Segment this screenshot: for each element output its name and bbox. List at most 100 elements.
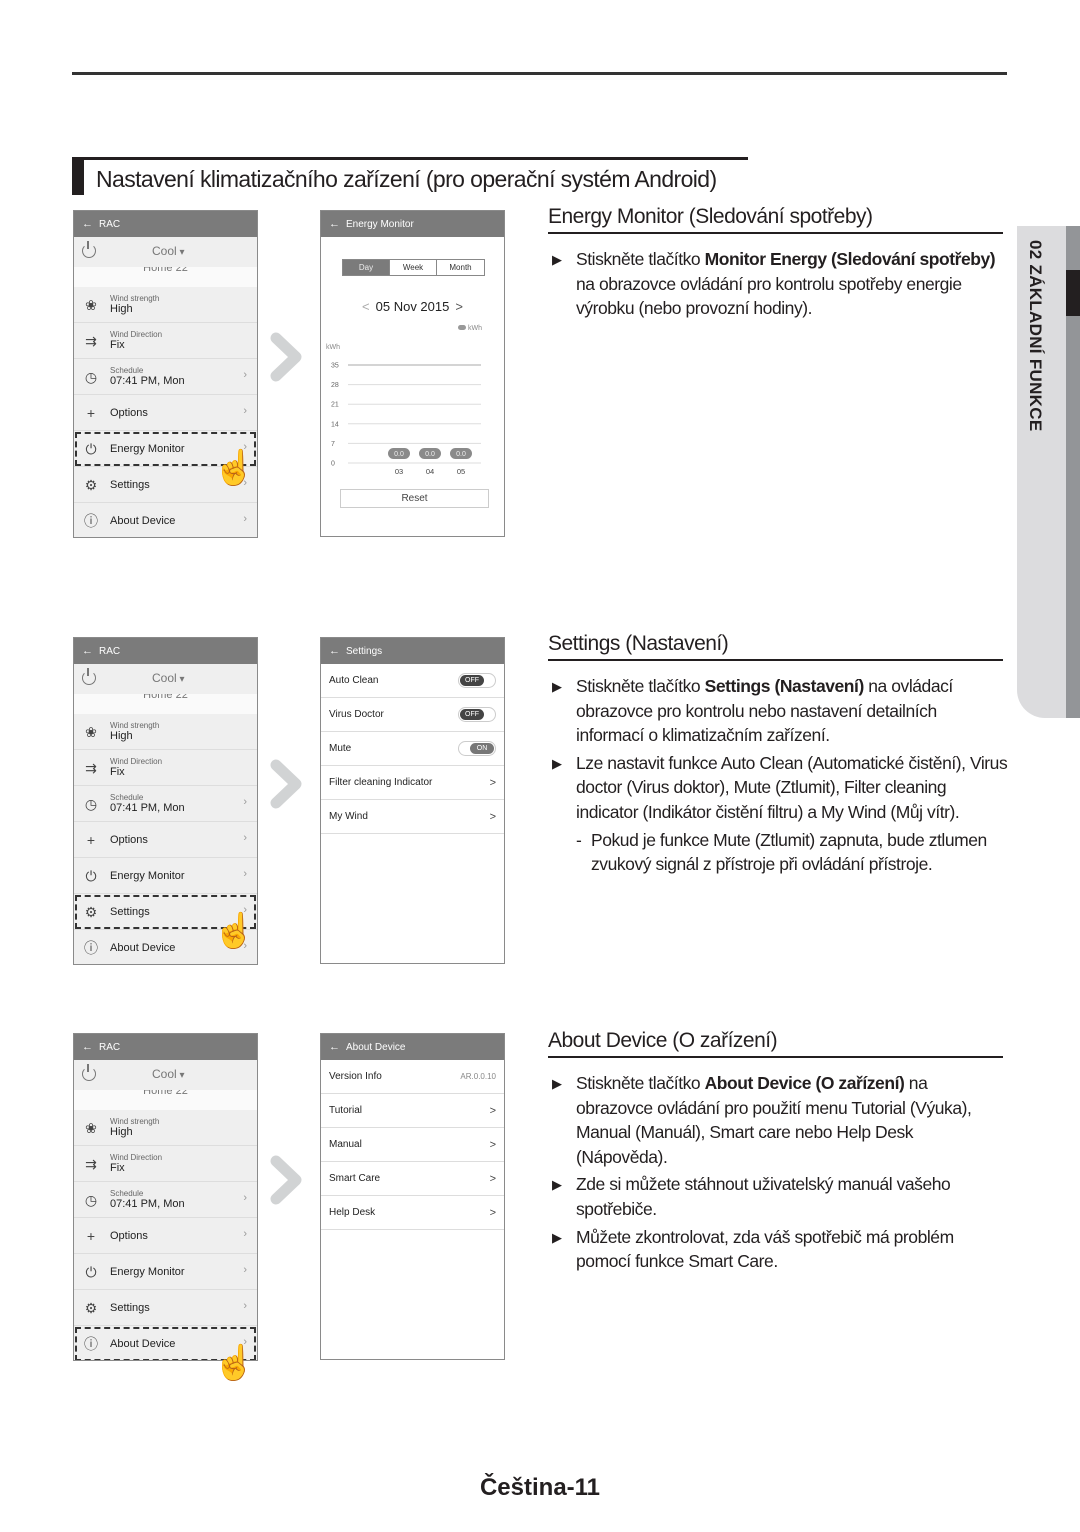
reset-button[interactable]: Reset: [340, 489, 489, 508]
tap-hand-icon: ☝: [213, 912, 256, 950]
chevron-right-icon: ›: [243, 1300, 247, 1312]
rac-menu-row[interactable]: + Options ›: [74, 395, 257, 431]
screen-header: ← RAC: [74, 211, 257, 237]
rac-menu-row[interactable]: ⏻ Energy Monitor ›: [74, 858, 257, 894]
y-tick-label: 0: [331, 461, 335, 468]
bullet-bold: Monitor Energy (Sledování spotřeby): [704, 249, 996, 269]
energy-plug-icon: ⏻: [85, 1264, 97, 1280]
wind-direction-icon: ⇉: [85, 760, 97, 776]
back-arrow-icon[interactable]: ←: [329, 1041, 340, 1053]
wind-direction-icon: ⇉: [85, 333, 97, 349]
clock-icon: ◷: [84, 369, 98, 385]
rac-menu-row[interactable]: ◷ Schedule 07:41 PM, Mon ›: [74, 786, 257, 822]
next-date-icon[interactable]: >: [449, 299, 469, 314]
y-tick-label: 28: [331, 382, 339, 389]
row-label: Energy Monitor: [110, 869, 185, 882]
rac-menu-row[interactable]: + Options ›: [74, 822, 257, 858]
chevron-right-icon: ›: [243, 513, 247, 525]
settings-row[interactable]: Auto Clean OFF: [321, 664, 504, 698]
power-icon[interactable]: [82, 1064, 96, 1081]
tab-month[interactable]: Month: [437, 260, 484, 275]
chevron-right-icon: >: [489, 1206, 496, 1219]
rac-menu-row[interactable]: ❀ Wind strength High: [74, 287, 257, 323]
chevron-right-icon: >: [489, 776, 496, 789]
back-arrow-icon[interactable]: ←: [82, 218, 93, 230]
rac-menu-row[interactable]: ⏻ Energy Monitor ›: [74, 1254, 257, 1290]
plus-icon: +: [86, 1228, 96, 1244]
wind-strength-icon: ❀: [85, 297, 97, 313]
rac-menu-row[interactable]: ⚙ Settings ›: [74, 1290, 257, 1326]
row-value: High: [110, 303, 133, 315]
toggle-switch[interactable]: OFF: [458, 707, 496, 722]
about-row[interactable]: Version Info AR.0.0.10: [321, 1060, 504, 1094]
section-title-bar: [72, 160, 84, 195]
gear-icon: ⚙: [84, 477, 98, 493]
info-icon: ⓘ: [84, 513, 98, 529]
row-label: Energy Monitor: [110, 442, 185, 455]
mode-dropdown[interactable]: Cool: [152, 671, 185, 685]
settings-row[interactable]: Filter cleaning Indicator >: [321, 766, 504, 800]
rac-menu-row[interactable]: ⇉ Wind Direction Fix: [74, 323, 257, 359]
page-number: Čeština-11: [479, 1474, 601, 1501]
row-caption: Wind strength: [110, 1117, 160, 1126]
prev-date-icon[interactable]: <: [356, 299, 376, 314]
settings-row[interactable]: Virus Doctor OFF: [321, 698, 504, 732]
chevron-right-icon: ›: [243, 868, 247, 880]
tap-hand-icon: ☝: [213, 449, 256, 487]
y-tick-label: 7: [331, 441, 335, 448]
screen-title: RAC: [99, 1041, 121, 1053]
chevron-right-icon: >: [489, 1104, 496, 1117]
settings-row[interactable]: Mute ON: [321, 732, 504, 766]
wind-strength-icon: ❀: [85, 1120, 97, 1136]
toggle-state: OFF: [460, 709, 484, 720]
power-icon[interactable]: [82, 668, 96, 685]
row-value: 07:41 PM, Mon: [110, 1198, 185, 1210]
clock-icon: ◷: [84, 1192, 98, 1208]
toggle-switch[interactable]: OFF: [458, 673, 496, 688]
back-arrow-icon[interactable]: ←: [329, 645, 340, 657]
bullet-item: Lze nastavit funkce Auto Clean (Automati…: [548, 751, 1008, 825]
rac-menu-row[interactable]: ◷ Schedule 07:41 PM, Mon ›: [74, 359, 257, 395]
y-tick-label: 21: [331, 402, 339, 409]
rac-menu-row[interactable]: + Options ›: [74, 1218, 257, 1254]
row-value: Fix: [110, 1162, 125, 1174]
power-icon[interactable]: [82, 241, 96, 258]
rac-menu-row[interactable]: ⇉ Wind Direction Fix: [74, 1146, 257, 1182]
next-step-arrow-icon: [270, 759, 302, 809]
settings-row[interactable]: My Wind >: [321, 800, 504, 834]
row-caption: Schedule: [110, 1189, 144, 1198]
home-label: Home 22: [74, 267, 257, 287]
date-label: 05 Nov 2015: [375, 299, 450, 314]
rac-menu-row[interactable]: ❀ Wind strength High: [74, 714, 257, 750]
row-label: Settings: [110, 478, 150, 491]
x-tick-label: 04: [426, 467, 434, 476]
about-row[interactable]: Tutorial >: [321, 1094, 504, 1128]
top-rule: [72, 72, 1007, 75]
about-device-bullets: Stiskněte tlačítko About Device (O zaříz…: [548, 1071, 1008, 1277]
date-navigator: <05 Nov 2015 >: [321, 299, 504, 314]
row-label: About Device: [110, 941, 176, 954]
mode-dropdown[interactable]: Cool: [152, 244, 185, 258]
back-arrow-icon[interactable]: ←: [82, 645, 93, 657]
energy-monitor-heading: Energy Monitor (Sledování spotřeby): [548, 205, 1003, 234]
back-arrow-icon[interactable]: ←: [329, 218, 340, 230]
about-row[interactable]: Smart Care >: [321, 1162, 504, 1196]
about-row[interactable]: Help Desk >: [321, 1196, 504, 1230]
tab-day[interactable]: Day: [343, 260, 390, 275]
tab-week[interactable]: Week: [390, 260, 437, 275]
data-label: 0.0: [456, 451, 466, 458]
toggle-switch[interactable]: ON: [458, 741, 496, 756]
rac-menu-row[interactable]: ◷ Schedule 07:41 PM, Mon ›: [74, 1182, 257, 1218]
rac-menu-row[interactable]: ❀ Wind strength High: [74, 1110, 257, 1146]
rac-menu-row[interactable]: ⓘ About Device ›: [74, 503, 257, 537]
about-row[interactable]: Manual >: [321, 1128, 504, 1162]
bullet-bold: About Device (O zařízení): [704, 1073, 905, 1093]
chapter-side-tab: 02 ZÁKLADNÍ FUNKCE: [1017, 226, 1080, 718]
mode-dropdown[interactable]: Cool: [152, 1067, 185, 1081]
settings-row-label: Filter cleaning Indicator: [329, 777, 433, 788]
about-device-screen: ← About Device Version Info AR.0.0.10 Tuto…: [320, 1033, 505, 1360]
row-caption: Wind Direction: [110, 757, 163, 766]
row-value: Fix: [110, 766, 125, 778]
rac-menu-row[interactable]: ⇉ Wind Direction Fix: [74, 750, 257, 786]
back-arrow-icon[interactable]: ←: [82, 1041, 93, 1053]
